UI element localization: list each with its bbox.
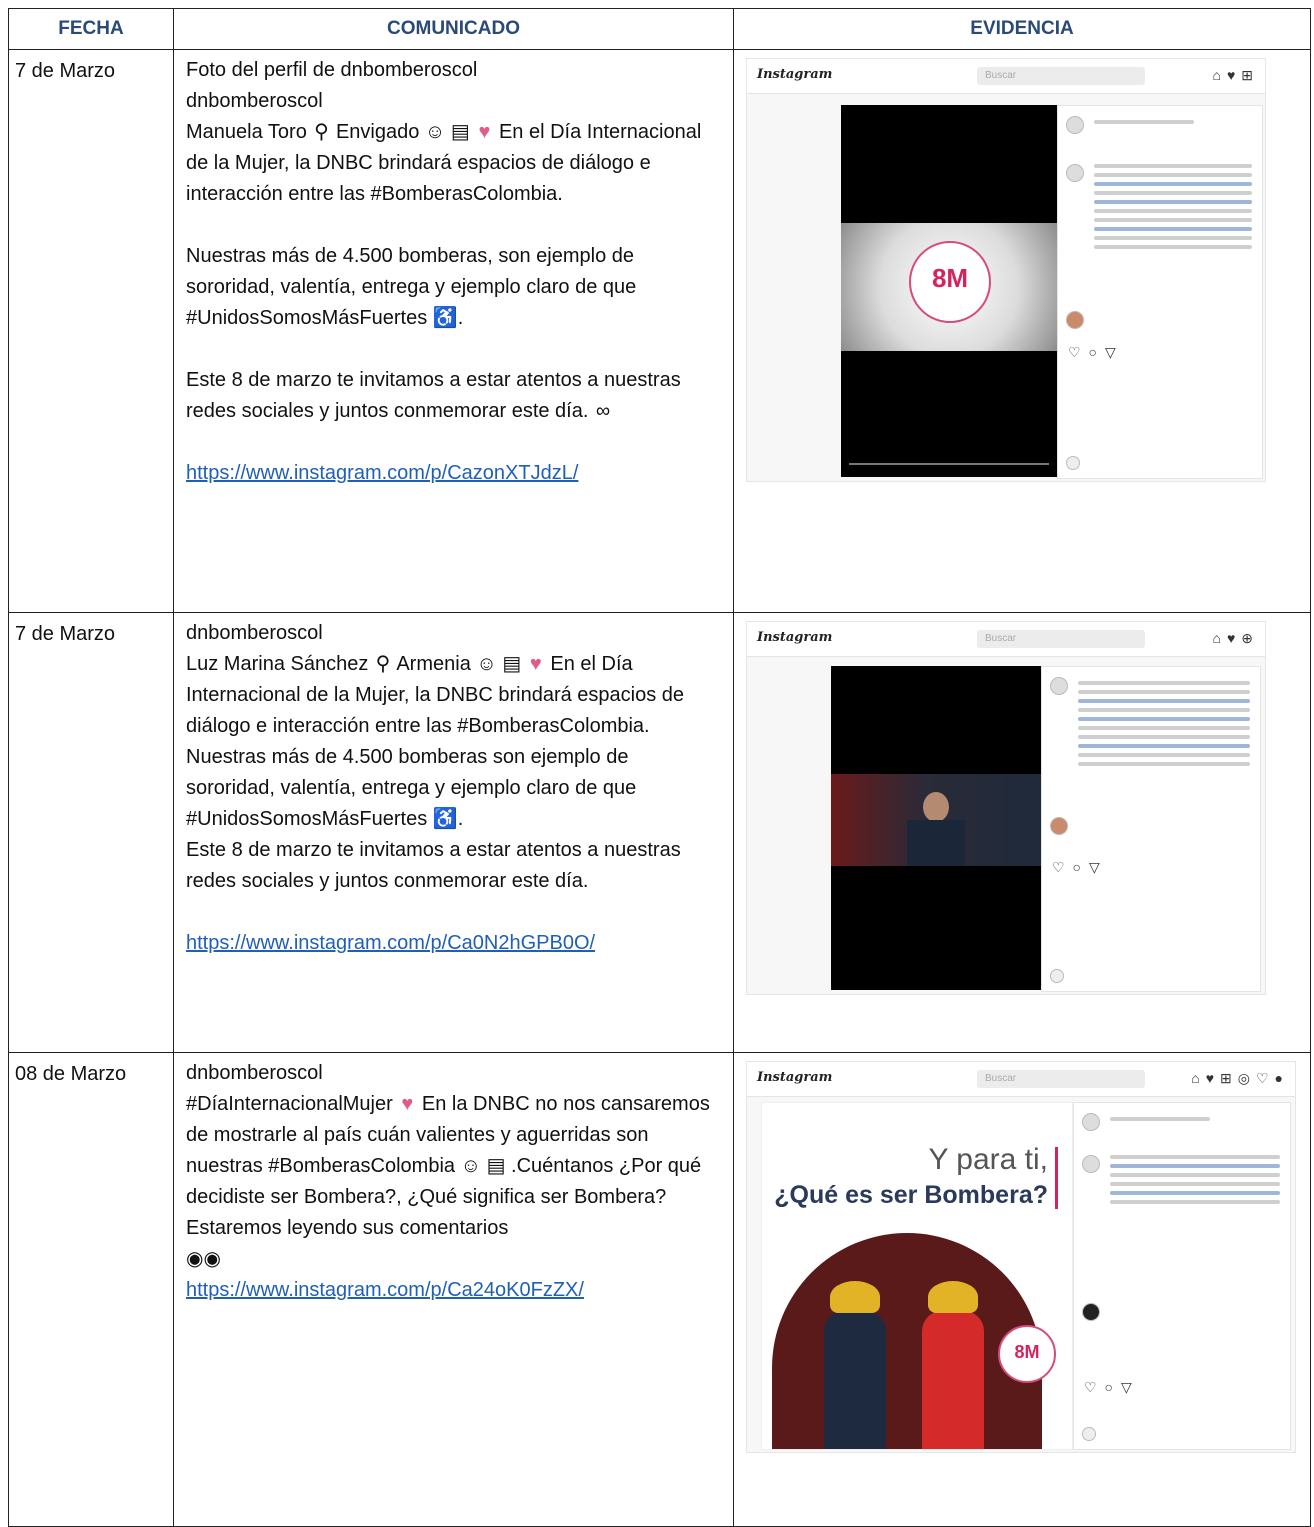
search-box: Buscar xyxy=(977,1070,1145,1088)
comments-panel: ♡○▽ xyxy=(1041,666,1261,992)
woman-icon: ☺ xyxy=(460,1155,482,1177)
video-frame: 8M xyxy=(841,105,1057,477)
instagram-screenshot: Instagram Buscar ⌂♥⊕ ♡○▽ xyxy=(746,621,1266,995)
video-progress xyxy=(849,463,1049,465)
woman-icon: ☺ xyxy=(476,653,497,675)
header-evidencia: EVIDENCIA xyxy=(733,8,1311,50)
poster-image: Y para ti, ¿Qué es ser Bombera? 8M xyxy=(761,1102,1073,1450)
poster-line2: ¿Qué es ser Bombera? xyxy=(774,1181,1048,1209)
nav-icons: ⌂♥⊞ xyxy=(1212,67,1259,83)
comments-panel: ♡○▽ xyxy=(1057,105,1263,479)
header-fecha: FECHA xyxy=(8,8,174,50)
video-frame xyxy=(831,666,1041,990)
eyes-icon: ◉◉ xyxy=(186,1248,221,1270)
date-cell: 08 de Marzo xyxy=(8,1052,174,1527)
nav-icons: ⌂♥⊞◎♡● xyxy=(1191,1070,1289,1086)
date-cell: 7 de Marzo xyxy=(8,49,174,613)
comments-panel: ♡○▽ xyxy=(1073,1102,1291,1450)
post-text: Nuestras más de 4.500 bomberas, son ejem… xyxy=(186,241,721,334)
header-comunicado: COMUNICADO xyxy=(173,8,734,50)
instagram-screenshot: Instagram Buscar ⌂♥⊞ 8M ♡○▽ xyxy=(746,58,1266,482)
post-actions: ♡○▽ xyxy=(1068,344,1124,360)
evidence-cell: Instagram Buscar ⌂♥⊞ 8M ♡○▽ xyxy=(733,49,1311,613)
search-box: Buscar xyxy=(977,630,1145,648)
communique-cell: dnbomberoscol #DíaInternacionalMujer ♥ E… xyxy=(173,1052,734,1527)
fire-truck-icon: ▤ xyxy=(502,653,522,675)
post-text: Este 8 de marzo te invitamos a estar ate… xyxy=(186,365,721,427)
post-link[interactable]: https://www.instagram.com/p/Ca0N2hGPB0O/ xyxy=(186,932,595,954)
post-actions: ♡○▽ xyxy=(1052,859,1108,875)
fire-truck-icon: ▤ xyxy=(486,1155,506,1177)
post-text: dnbomberoscol #DíaInternacionalMujer ♥ E… xyxy=(186,1062,710,1301)
nav-icons: ⌂♥⊕ xyxy=(1212,630,1259,646)
pin-icon: ⚲ xyxy=(375,653,391,675)
8m-badge: 8M xyxy=(909,241,991,323)
header-row: FECHA COMUNICADO EVIDENCIA xyxy=(8,8,1311,50)
communications-table: FECHA COMUNICADO EVIDENCIA 7 de Marzo Fo… xyxy=(8,8,1311,1527)
search-box: Buscar xyxy=(977,67,1145,85)
date-cell: 7 de Marzo xyxy=(8,612,174,1053)
instagram-screenshot: Instagram Buscar ⌂♥⊞◎♡● Y para ti, ¿Qué … xyxy=(746,1061,1296,1453)
evidence-cell: Instagram Buscar ⌂♥⊕ ♡○▽ xyxy=(733,612,1311,1053)
pin-icon: ⚲ xyxy=(314,121,329,143)
woman-icon: ☺ xyxy=(424,121,446,143)
instagram-logo: Instagram xyxy=(757,67,833,82)
wheelchair-icon: ♿ xyxy=(432,307,458,329)
poster-line1: Y para ti, xyxy=(928,1143,1048,1176)
heart-icon: ♥ xyxy=(478,121,491,143)
table-row: 7 de Marzo Foto del perfil de dnbomberos… xyxy=(8,49,1311,613)
firefighter-photo xyxy=(831,774,1041,866)
communique-cell: Foto del perfil de dnbomberoscol dnbombe… xyxy=(173,49,734,613)
post-link[interactable]: https://www.instagram.com/p/CazonXTJdzL/ xyxy=(186,462,578,484)
post-text: Foto del perfil de dnbomberoscol dnbombe… xyxy=(186,59,702,205)
open-hands-icon: ∞ xyxy=(595,400,611,422)
instagram-logo: Instagram xyxy=(757,630,833,645)
heart-icon: ♥ xyxy=(401,1093,414,1115)
table-row: 7 de Marzo dnbomberoscol Luz Marina Sánc… xyxy=(8,612,1311,1053)
post-text: dnbomberoscol Luz Marina Sánchez ⚲ Armen… xyxy=(186,622,685,892)
8m-badge: 8M xyxy=(998,1325,1056,1383)
post-actions: ♡○▽ xyxy=(1084,1379,1140,1395)
wheelchair-icon: ♿ xyxy=(432,808,458,830)
instagram-logo: Instagram xyxy=(757,1070,833,1085)
fire-truck-icon: ▤ xyxy=(450,121,470,143)
table-row: 08 de Marzo dnbomberoscol #DíaInternacio… xyxy=(8,1052,1311,1527)
heart-icon: ♥ xyxy=(529,653,542,675)
evidence-cell: Instagram Buscar ⌂♥⊞◎♡● Y para ti, ¿Qué … xyxy=(733,1052,1311,1527)
post-link[interactable]: https://www.instagram.com/p/Ca24oK0FzZX/ xyxy=(186,1279,584,1301)
communique-cell: dnbomberoscol Luz Marina Sánchez ⚲ Armen… xyxy=(173,612,734,1053)
